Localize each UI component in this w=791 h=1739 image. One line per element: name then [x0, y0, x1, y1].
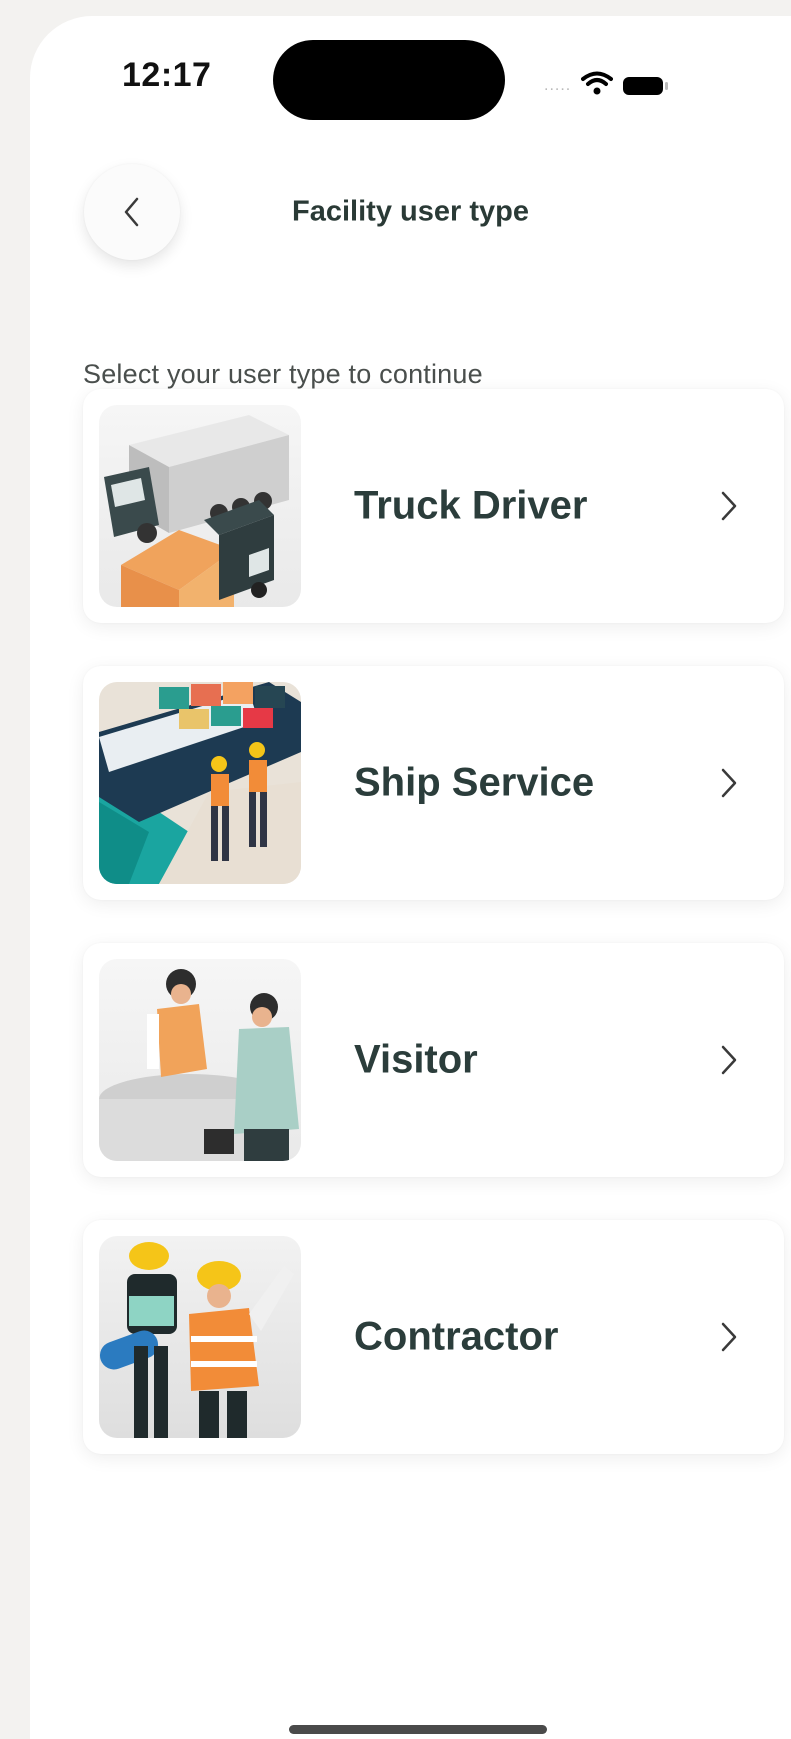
option-label: Visitor: [354, 1037, 478, 1082]
option-card-visitor[interactable]: Visitor: [83, 943, 784, 1177]
chevron-right-icon: [719, 766, 739, 805]
chevron-right-icon: [719, 1320, 739, 1359]
truck-illustration: [99, 405, 301, 607]
option-card-ship-service[interactable]: Ship Service: [83, 666, 784, 900]
phone-screen: 12:17 ..... Facility user type Select yo…: [30, 16, 791, 1739]
option-card-contractor[interactable]: Contractor: [83, 1220, 784, 1454]
status-bar: 12:17 .....: [30, 16, 791, 126]
status-time: 12:17: [122, 56, 212, 94]
home-indicator[interactable]: [289, 1725, 547, 1734]
option-label: Contractor: [354, 1314, 559, 1359]
option-label: Truck Driver: [354, 483, 588, 528]
wifi-icon: [581, 71, 614, 100]
page-title: Facility user type: [292, 195, 529, 228]
chevron-right-icon: [719, 489, 739, 528]
cellular-signal-icon: .....: [544, 76, 572, 94]
visitor-illustration: [99, 959, 301, 1161]
dynamic-island: [273, 40, 505, 120]
status-icons: .....: [544, 71, 669, 100]
ship-port-illustration: [99, 682, 301, 884]
subtitle: Select your user type to continue: [83, 359, 483, 389]
contractor-illustration: [99, 1236, 301, 1438]
chevron-right-icon: [719, 1043, 739, 1082]
option-card-truck-driver[interactable]: Truck Driver: [83, 389, 784, 623]
option-label: Ship Service: [354, 760, 595, 805]
battery-icon: [623, 76, 669, 95]
